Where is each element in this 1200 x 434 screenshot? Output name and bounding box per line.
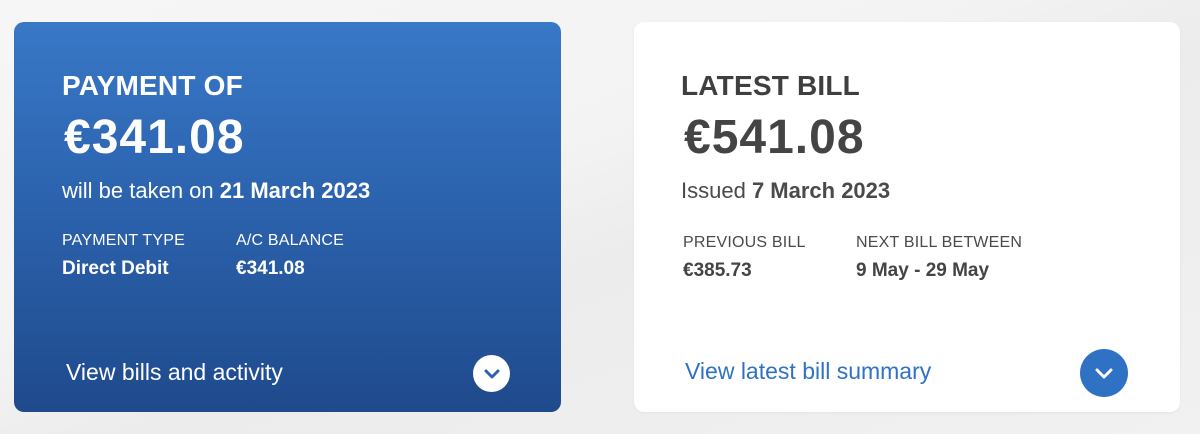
view-bills-link[interactable]: View bills and activity — [66, 359, 283, 386]
payment-date-line: will be taken on 21 March 2023 — [62, 178, 370, 204]
bill-card: LATEST BILL €541.08 Issued 7 March 2023 … — [634, 22, 1180, 412]
bill-card-title: LATEST BILL — [681, 70, 860, 101]
payment-card: PAYMENT OF €341.08 will be taken on 21 M… — [14, 22, 561, 412]
next-bill-label: NEXT BILL BETWEEN — [856, 234, 1023, 251]
next-bill-value: 9 May - 29 May — [856, 260, 990, 281]
payment-card-title: PAYMENT OF — [62, 70, 243, 101]
payment-date: 21 March 2023 — [219, 178, 371, 203]
bill-amount: €541.08 — [684, 111, 865, 164]
balance-label: A/C BALANCE — [236, 232, 345, 249]
previous-bill-value: €385.73 — [683, 260, 752, 281]
chevron-down-icon — [1095, 368, 1113, 378]
bill-issued-prefix: Issued — [681, 178, 752, 203]
view-bills-expand-button[interactable] — [473, 355, 510, 392]
payment-type-label: PAYMENT TYPE — [62, 232, 186, 249]
payment-amount: €341.08 — [64, 111, 245, 164]
payment-type-value: Direct Debit — [62, 258, 169, 279]
bill-issued-date: 7 March 2023 — [751, 178, 891, 203]
balance-value: €341.08 — [236, 258, 305, 279]
bill-issued-line: Issued 7 March 2023 — [681, 178, 890, 204]
previous-bill-label: PREVIOUS BILL — [683, 234, 806, 251]
view-bill-summary-link[interactable]: View latest bill summary — [685, 358, 931, 385]
chevron-down-icon — [484, 369, 499, 378]
view-bill-summary-expand-button[interactable] — [1080, 349, 1128, 397]
payment-date-prefix: will be taken on — [62, 178, 220, 203]
